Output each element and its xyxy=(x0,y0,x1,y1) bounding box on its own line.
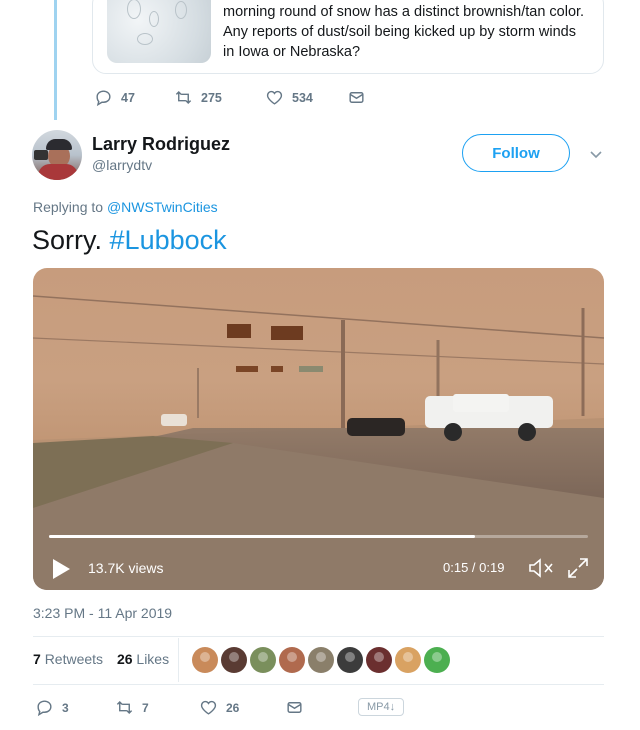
envelope-icon xyxy=(287,702,302,713)
play-icon[interactable] xyxy=(51,558,71,580)
avatar[interactable] xyxy=(32,130,82,180)
quoted-tweet-card[interactable]: morning round of snow has a distinct bro… xyxy=(92,0,604,74)
like-count: 26 xyxy=(226,700,240,715)
likes-stat[interactable]: 26 Likes xyxy=(117,651,169,667)
heart-icon xyxy=(200,700,217,715)
tweet-text: Sorry. #Lubbock xyxy=(32,225,227,256)
mp4-label: MP4 xyxy=(366,701,390,713)
stats-separator xyxy=(178,638,179,682)
quoted-tweet-thumbnail xyxy=(107,0,211,63)
mp4-download-badge[interactable]: MP4 ↓ xyxy=(358,698,404,716)
liker-avatar[interactable] xyxy=(308,647,334,673)
user-handle[interactable]: @larrydtv xyxy=(92,157,152,173)
liker-avatar[interactable] xyxy=(337,647,363,673)
retweets-stat[interactable]: 7 Retweets xyxy=(33,651,103,667)
envelope-icon xyxy=(349,92,364,103)
video-progress-bar[interactable] xyxy=(49,535,588,538)
follow-button[interactable]: Follow xyxy=(462,134,570,172)
like-button[interactable]: 26 xyxy=(199,698,285,717)
display-name[interactable]: Larry Rodriguez xyxy=(92,134,230,155)
liker-avatar[interactable] xyxy=(424,647,450,673)
retweet-icon xyxy=(175,90,192,105)
video-time: 0:15 / 0:19 xyxy=(443,560,505,575)
thread-line xyxy=(54,0,57,120)
divider xyxy=(33,684,604,685)
retweets-count: 7 xyxy=(33,651,41,667)
hashtag-link[interactable]: #Lubbock xyxy=(110,225,227,255)
reply-button[interactable]: 3 xyxy=(35,698,115,717)
likes-count: 26 xyxy=(116,651,133,667)
retweet-button[interactable]: 275 xyxy=(174,88,265,107)
reply-button[interactable]: 47 xyxy=(94,88,174,107)
heart-icon xyxy=(266,90,283,105)
chevron-down-icon[interactable] xyxy=(588,146,604,162)
mute-icon[interactable] xyxy=(527,556,555,580)
like-count: 534 xyxy=(292,90,313,105)
liker-avatar[interactable] xyxy=(366,647,392,673)
retweet-count: 275 xyxy=(201,90,222,105)
quoted-tweet-text: morning round of snow has a distinct bro… xyxy=(223,2,593,62)
retweet-button[interactable]: 7 xyxy=(115,698,199,717)
retweet-count: 7 xyxy=(142,700,149,715)
divider xyxy=(33,636,604,637)
message-button[interactable] xyxy=(285,698,312,717)
replying-mention-link[interactable]: @NWSTwinCities xyxy=(107,199,218,215)
fullscreen-icon[interactable] xyxy=(566,556,590,580)
replying-to: Replying to @NWSTwinCities xyxy=(33,199,218,215)
quoted-line: in Iowa or Nebraska? xyxy=(223,44,361,60)
replying-label: Replying to xyxy=(33,199,104,215)
message-button[interactable] xyxy=(347,88,374,107)
reply-count: 3 xyxy=(62,700,69,715)
video-player[interactable]: 13.7K views 0:15 / 0:19 xyxy=(33,268,604,590)
likers-avatars xyxy=(192,647,453,673)
liker-avatar[interactable] xyxy=(250,647,276,673)
liker-avatar[interactable] xyxy=(395,647,421,673)
like-button[interactable]: 534 xyxy=(265,88,347,107)
retweets-label: Retweets xyxy=(44,651,104,667)
tweet-body: Sorry. xyxy=(32,225,103,255)
video-view-count: 13.7K views xyxy=(88,560,164,576)
retweet-icon xyxy=(116,700,133,715)
reply-count: 47 xyxy=(121,90,135,105)
tweet-timestamp[interactable]: 3:23 PM - 11 Apr 2019 xyxy=(33,605,172,621)
quoted-line: Any reports of dust/soil being kicked up… xyxy=(223,24,576,40)
parent-tweet-actions: 47 275 534 xyxy=(94,88,374,107)
video-progress-fill xyxy=(49,535,475,538)
liker-avatar[interactable] xyxy=(221,647,247,673)
tweet-actions: 3 7 26 xyxy=(35,698,312,717)
reply-icon xyxy=(96,90,111,107)
video-frame xyxy=(33,295,604,590)
tweet-stats: 7 Retweets 26 Likes xyxy=(33,651,169,667)
quoted-line: morning round of snow has a distinct bro… xyxy=(223,4,585,20)
reply-icon xyxy=(37,700,52,717)
liker-avatar[interactable] xyxy=(192,647,218,673)
likes-label: Likes xyxy=(136,651,170,667)
liker-avatar[interactable] xyxy=(279,647,305,673)
